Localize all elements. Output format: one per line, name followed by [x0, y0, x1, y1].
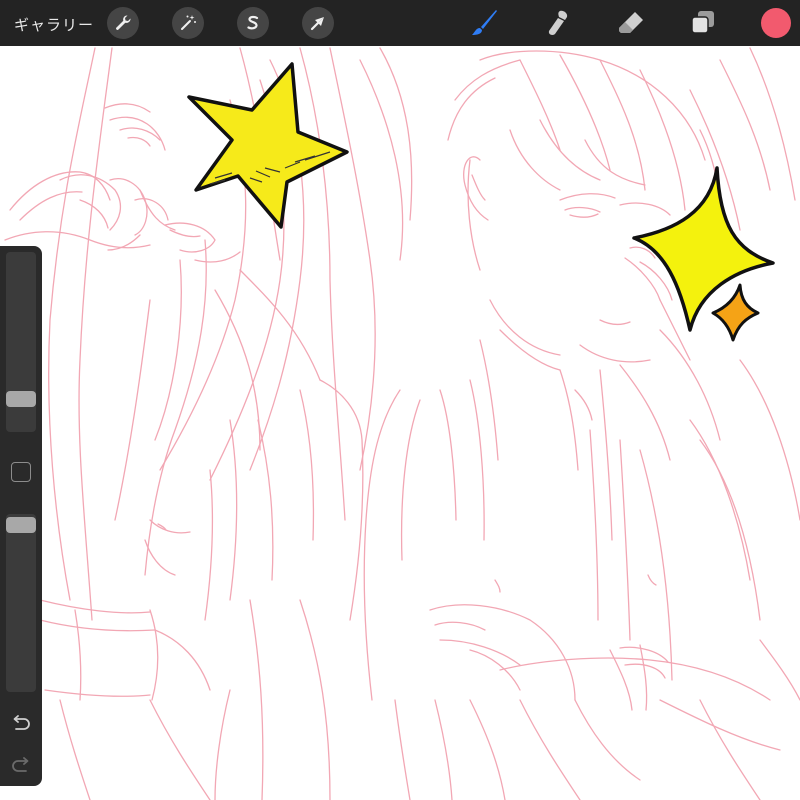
- sketch-artwork: [4, 47, 800, 800]
- layers-icon: [691, 11, 714, 34]
- adjustments-wand-button[interactable]: [172, 7, 204, 39]
- actions-wrench-button[interactable]: [107, 7, 139, 39]
- wrench-icon: [116, 15, 131, 30]
- color-picker-button[interactable]: [761, 8, 791, 38]
- modify-square-icon[interactable]: [11, 462, 31, 482]
- redo-button[interactable]: [9, 754, 33, 778]
- yellow-sparkle-sticker: [632, 166, 775, 332]
- left-sidebar: [0, 246, 42, 786]
- selection-button[interactable]: [237, 7, 269, 39]
- opacity-slider[interactable]: [6, 514, 36, 692]
- opacity-thumb[interactable]: [6, 517, 36, 534]
- undo-button[interactable]: [9, 712, 33, 736]
- magic-wand-icon: [181, 15, 196, 30]
- pink-line-sketch: [4, 47, 800, 800]
- transform-arrow-icon: [310, 17, 324, 31]
- drawing-canvas[interactable]: [0, 46, 800, 800]
- transform-button[interactable]: [302, 7, 334, 39]
- undo-icon: [13, 715, 30, 730]
- eraser-button[interactable]: [615, 7, 647, 39]
- yellow-star-sticker: [187, 62, 349, 229]
- smudge-button[interactable]: [542, 7, 574, 39]
- gallery-button[interactable]: ギャラリー: [14, 14, 94, 35]
- layers-button[interactable]: [687, 7, 719, 39]
- smudge-icon: [548, 10, 568, 35]
- orange-sparkle-sticker: [711, 283, 760, 342]
- selection-s-icon: [247, 15, 259, 30]
- brush-size-thumb[interactable]: [6, 391, 36, 408]
- top-toolbar: ギャラリー: [0, 0, 800, 46]
- eraser-icon: [619, 12, 643, 33]
- redo-icon: [12, 757, 29, 772]
- brush-icon: [472, 10, 497, 35]
- paint-brush-button[interactable]: [468, 7, 500, 39]
